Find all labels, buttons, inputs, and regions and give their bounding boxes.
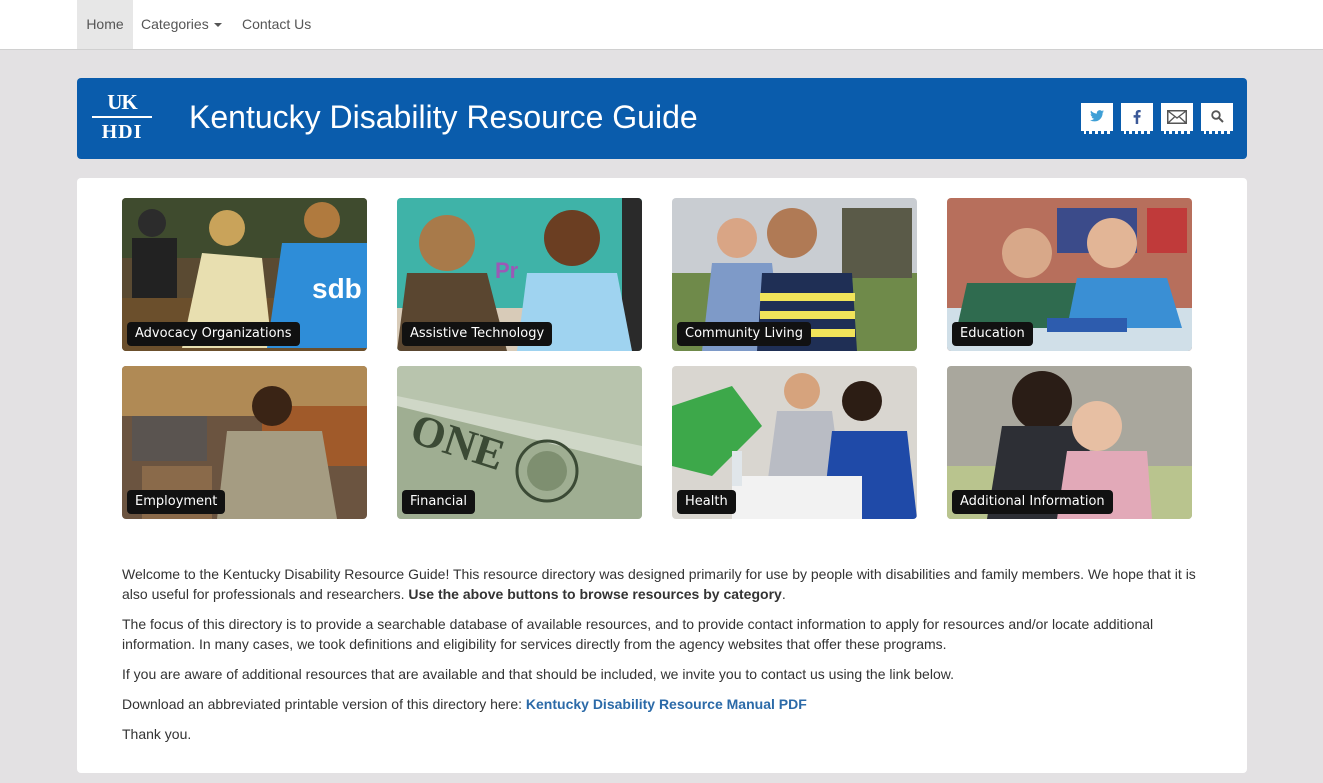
- download-paragraph: Download an abbreviated printable versio…: [122, 694, 1202, 714]
- focus-paragraph: The focus of this directory is to provid…: [122, 616, 1154, 652]
- tile-label: Advocacy Organizations: [127, 322, 300, 346]
- site-title: Kentucky Disability Resource Guide: [189, 99, 698, 135]
- email-button[interactable]: [1161, 103, 1193, 134]
- nav-home-link[interactable]: Home: [77, 0, 133, 49]
- category-tile-assistive-technology[interactable]: Pr Assistive Technology: [397, 198, 642, 351]
- tile-label: Employment: [127, 490, 226, 514]
- intro-emphasis: Use the above buttons to browse resource…: [408, 586, 782, 602]
- nav-categories-dropdown[interactable]: Categories: [141, 0, 222, 49]
- facebook-icon: [1133, 110, 1141, 124]
- intro-period: .: [781, 586, 786, 602]
- uk-hdi-logo[interactable]: UK HDI: [91, 90, 153, 146]
- category-tile-additional-information[interactable]: Additional Information: [947, 366, 1192, 519]
- twitter-icon: [1090, 110, 1104, 122]
- intro-paragraph: Welcome to the Kentucky Disability Resou…: [122, 564, 1202, 604]
- category-tile-health[interactable]: Health: [672, 366, 917, 519]
- category-tile-employment[interactable]: Employment: [122, 366, 367, 519]
- svg-text:Pr: Pr: [495, 258, 519, 283]
- download-text: Download an abbreviated printable versio…: [122, 696, 526, 712]
- svg-text:sdb: sdb: [312, 273, 362, 304]
- tile-label: Additional Information: [952, 490, 1113, 514]
- category-tile-community-living[interactable]: Community Living: [672, 198, 917, 351]
- category-tile-financial[interactable]: ONE Financial: [397, 366, 642, 519]
- caret-down-icon: [213, 23, 222, 28]
- main-content-card: sdb Advocacy Organizations Pr Assistive …: [77, 178, 1247, 773]
- logo-uk-text: UK: [107, 90, 138, 114]
- search-button[interactable]: [1201, 103, 1233, 134]
- tile-label: Health: [677, 490, 736, 514]
- category-tile-education[interactable]: Education: [947, 198, 1192, 351]
- tile-label: Community Living: [677, 322, 812, 346]
- tile-label: Financial: [402, 490, 475, 514]
- thank-you-text: Thank you.: [122, 726, 192, 742]
- logo-hdi-text: HDI: [101, 121, 143, 143]
- facebook-button[interactable]: [1121, 103, 1153, 134]
- resource-manual-pdf-link[interactable]: Kentucky Disability Resource Manual PDF: [526, 696, 807, 712]
- tile-label: Education: [952, 322, 1033, 346]
- nav-contact-link[interactable]: Contact Us: [242, 0, 311, 49]
- category-tile-advocacy[interactable]: sdb Advocacy Organizations: [122, 198, 367, 351]
- email-icon: [1167, 110, 1187, 124]
- site-header-banner: UK HDI Kentucky Disability Resource Guid…: [77, 78, 1247, 159]
- logo-divider: [92, 116, 152, 118]
- contact-paragraph: If you are aware of additional resources…: [122, 666, 954, 682]
- top-navbar: Home Categories Contact Us: [0, 0, 1323, 50]
- nav-categories-label: Categories: [141, 16, 209, 32]
- twitter-button[interactable]: [1081, 103, 1113, 134]
- tile-label: Assistive Technology: [402, 322, 553, 346]
- search-icon: [1210, 110, 1224, 123]
- welcome-text: Welcome to the Kentucky Disability Resou…: [122, 564, 1202, 754]
